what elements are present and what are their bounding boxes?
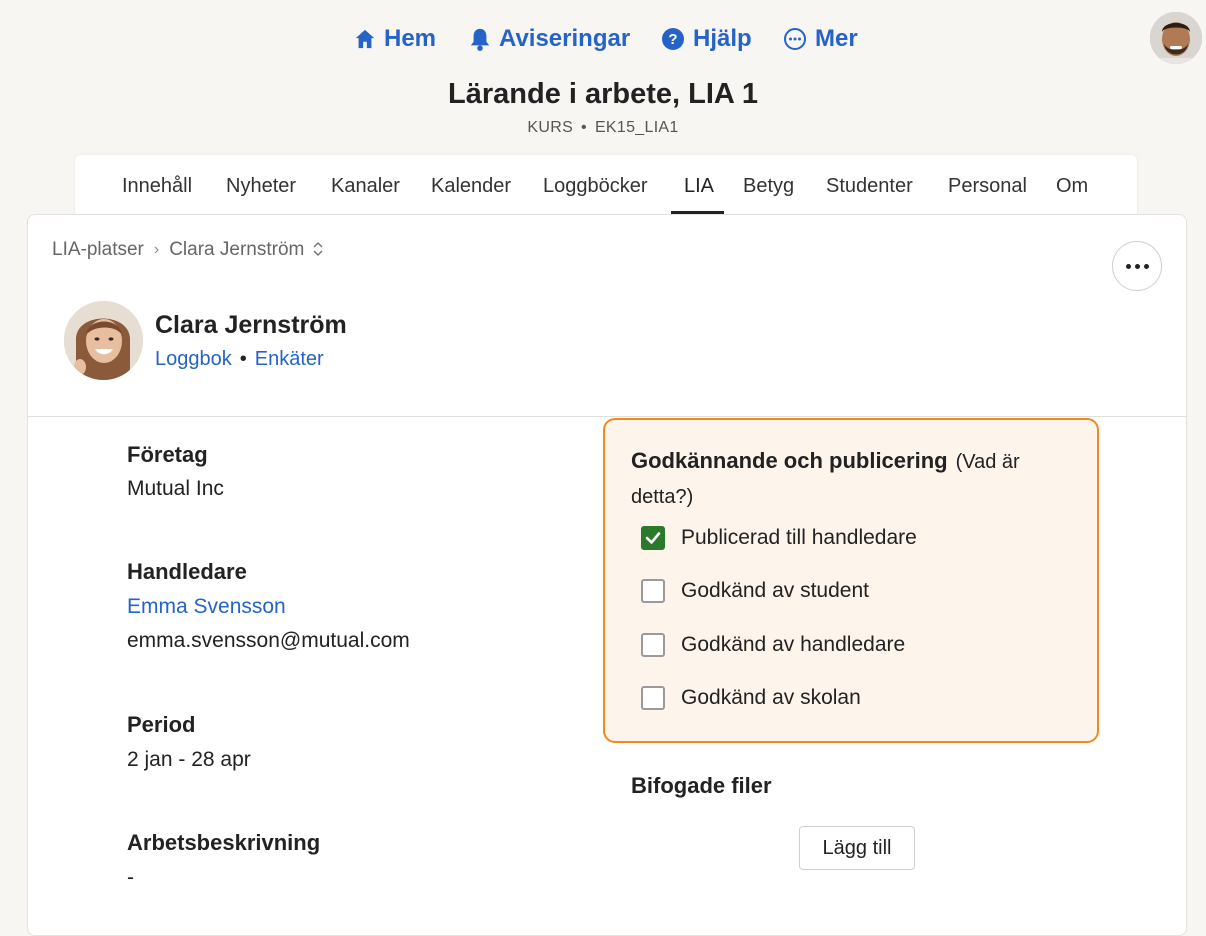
breadcrumb-current[interactable]: Clara Jernström [169, 239, 304, 261]
dot-icon [1125, 263, 1131, 269]
nav-help-label: Hjälp [693, 25, 752, 52]
checkbox-row-student[interactable]: Godkänd av student [641, 579, 869, 603]
company-value: Mutual Inc [127, 477, 224, 500]
job-description-label: Arbetsbeskrivning [127, 830, 321, 855]
user-avatar[interactable] [1150, 12, 1202, 64]
tab-om[interactable]: Om [1056, 175, 1088, 198]
course-type: KURS [527, 119, 574, 136]
approved-by-student-label: Godkänd av student [681, 579, 869, 602]
chevron-updown-icon[interactable] [312, 241, 324, 259]
tab-kanaler[interactable]: Kanaler [331, 175, 400, 198]
checkmark-icon [645, 532, 661, 544]
separator-dot: • [581, 119, 587, 136]
supervisor-email: emma.svensson@mutual.com [127, 629, 410, 652]
attached-files-title: Bifogade filer [631, 773, 772, 798]
dot-icon [1143, 263, 1149, 269]
tab-personal[interactable]: Personal [948, 175, 1027, 198]
approval-title: Godkännande och publicering (Vad är detta… [631, 444, 1061, 514]
more-options-button[interactable] [1112, 241, 1162, 291]
student-links: Loggbok • Enkäter [155, 348, 324, 371]
approved-by-supervisor-label: Godkänd av handledare [681, 633, 906, 656]
checkbox-row-school[interactable]: Godkänd av skolan [641, 686, 861, 710]
tab-studenter[interactable]: Studenter [826, 175, 913, 198]
company-label: Företag [127, 442, 208, 467]
dot-icon [1134, 263, 1140, 269]
approved-by-school-checkbox[interactable] [641, 686, 665, 710]
nav-more-label: Mer [815, 25, 858, 52]
period-label: Period [127, 712, 196, 737]
student-name: Clara Jernström [155, 311, 347, 339]
nav-notifications-label: Aviseringar [499, 25, 631, 52]
supervisor-name-link[interactable]: Emma Svensson [127, 595, 286, 619]
tab-lia[interactable]: LIA [684, 175, 714, 198]
student-avatar [64, 301, 143, 380]
course-subtitle: KURS • EK15_LIA1 [0, 119, 1206, 137]
tab-loggbocker[interactable]: Loggböcker [543, 175, 648, 198]
published-label: Publicerad till handledare [681, 526, 917, 549]
nav-home[interactable]: Hem [354, 22, 436, 56]
home-icon [354, 28, 376, 50]
checkbox-row-supervisor[interactable]: Godkänd av handledare [641, 633, 905, 657]
breadcrumb: LIA-platser › Clara Jernström [52, 239, 324, 261]
tab-innehall[interactable]: Innehåll [122, 175, 192, 198]
published-checkbox[interactable] [641, 526, 665, 550]
breadcrumb-parent[interactable]: LIA-platser [52, 239, 144, 261]
section-divider [28, 416, 1186, 417]
job-description-value: - [127, 866, 134, 889]
nav-home-label: Hem [384, 25, 437, 52]
separator-dot: • [239, 348, 247, 370]
approved-by-school-label: Godkänd av skolan [681, 686, 861, 709]
bell-icon [469, 27, 491, 51]
tab-nyheter[interactable]: Nyheter [226, 175, 296, 198]
checkbox-row-published[interactable]: Publicerad till handledare [641, 526, 917, 550]
approved-by-supervisor-checkbox[interactable] [641, 633, 665, 657]
chevron-right-icon: › [153, 241, 160, 258]
tab-betyg[interactable]: Betyg [743, 175, 794, 198]
approved-by-student-checkbox[interactable] [641, 579, 665, 603]
period-value: 2 jan - 28 apr [127, 748, 251, 771]
top-navigation: Hem Aviseringar ? Hjälp Mer [0, 22, 1206, 56]
svg-text:?: ? [668, 31, 677, 48]
lia-placement-card: LIA-platser › Clara Jernström Clara Jern… [27, 214, 1187, 936]
course-title: Lärande i arbete, LIA 1 [448, 78, 758, 110]
nav-help[interactable]: ? Hjälp [661, 22, 752, 56]
tab-kalender[interactable]: Kalender [431, 175, 511, 198]
surveys-link[interactable]: Enkäter [255, 348, 324, 370]
approval-publishing-box: Godkännande och publicering (Vad är detta… [603, 418, 1099, 743]
nav-notifications[interactable]: Aviseringar [469, 22, 630, 56]
supervisor-label: Handledare [127, 559, 247, 584]
more-circle-icon [783, 27, 807, 51]
course-code: EK15_LIA1 [594, 119, 679, 136]
approval-heading: Godkännande och publicering [631, 448, 948, 473]
course-tabs: Innehåll Nyheter Kanaler Kalender Loggbö… [75, 155, 1137, 215]
help-icon: ? [661, 27, 685, 51]
nav-more[interactable]: Mer [783, 22, 858, 56]
logbook-link[interactable]: Loggbok [155, 348, 232, 370]
add-file-button[interactable]: Lägg till [799, 826, 915, 870]
